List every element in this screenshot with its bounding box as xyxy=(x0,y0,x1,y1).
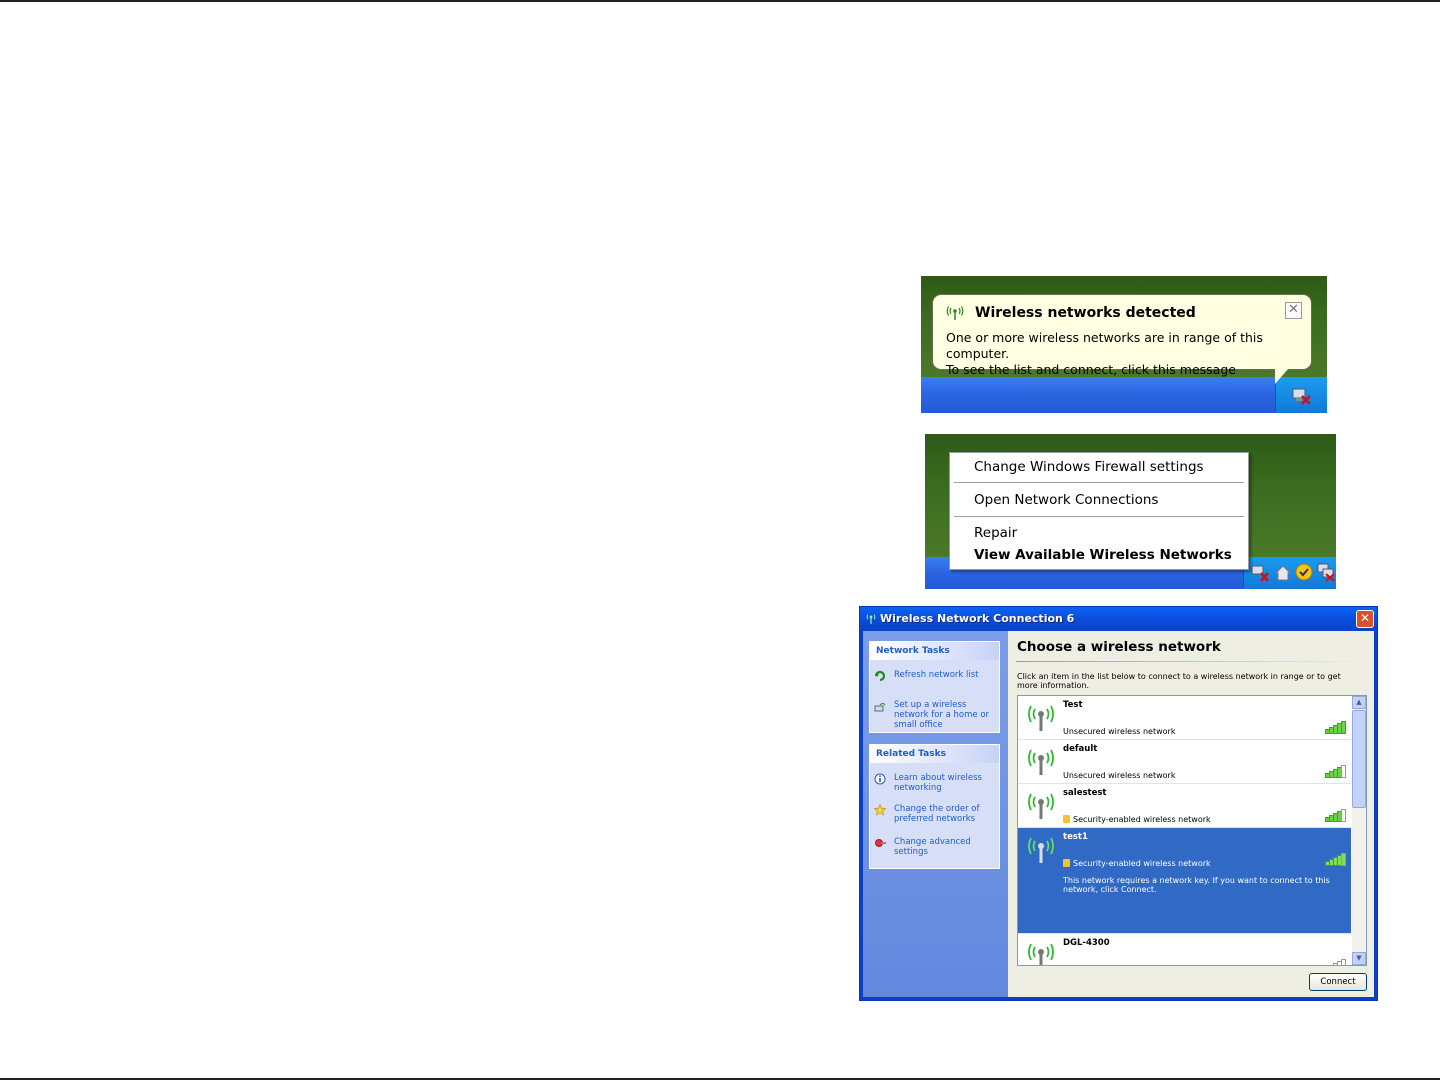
signal-strength-icon xyxy=(1325,809,1347,822)
balloon-message-line2: To see the list and connect, click this … xyxy=(946,362,1236,377)
task-label: Learn about wireless networking xyxy=(894,773,982,793)
title-divider xyxy=(1016,661,1368,662)
settings-icon xyxy=(875,839,886,847)
network-name: salestest xyxy=(1063,788,1107,798)
instructions-text: Click an item in the list below to conne… xyxy=(1017,672,1341,690)
task-change-advanced-settings[interactable]: Change advanced settings xyxy=(874,837,994,859)
network-note: This network requires a network key. If … xyxy=(1063,876,1330,894)
menu-item-open-network-connections[interactable]: Open Network Connections xyxy=(974,492,1158,508)
lock-icon xyxy=(1063,859,1070,867)
network-status-row: Security-enabled wireless network xyxy=(1063,859,1211,868)
balloon-message: One or more wireless networks are in ran… xyxy=(946,330,1306,378)
task-label: Set up a wireless network for a home or … xyxy=(894,700,990,730)
menu-separator xyxy=(954,482,1244,483)
task-label: Change advanced settings xyxy=(894,837,971,857)
menu-item-view-available-wireless-networks[interactable]: View Available Wireless Networks xyxy=(974,547,1232,563)
taskbar xyxy=(921,377,1327,413)
bottom-rule xyxy=(0,1078,1440,1080)
task-learn-about-wireless[interactable]: Learn about wireless networking xyxy=(874,773,994,795)
scroll-thumb[interactable] xyxy=(1352,710,1366,808)
wireless-antenna-icon xyxy=(1028,705,1054,731)
security-center-icon[interactable] xyxy=(1294,562,1314,582)
wireless-antenna-icon xyxy=(1028,793,1054,819)
wireless-antenna-icon xyxy=(1028,943,1054,965)
window-title: Wireless Network Connection 6 xyxy=(880,612,1075,625)
network-name: Test xyxy=(1063,700,1083,710)
network-name: test1 xyxy=(1063,832,1088,842)
related-tasks-box: Related Tasks Learn about wireless netwo… xyxy=(869,744,1000,869)
signal-strength-icon xyxy=(1325,765,1347,778)
window-close-button[interactable]: ✕ xyxy=(1356,610,1374,628)
network-tasks-heading: Network Tasks xyxy=(870,642,999,660)
task-change-preferred-order[interactable]: Change the order of preferred networks xyxy=(874,804,994,826)
network-item[interactable]: default Unsecured wireless network xyxy=(1018,740,1351,784)
network-name: DGL-4300 xyxy=(1063,938,1110,948)
wireless-network-list: Test Unsecured wireless network default … xyxy=(1017,695,1367,966)
balloon-close-button[interactable]: ✕ xyxy=(1285,302,1302,319)
list-scrollbar[interactable]: ▲ ▼ xyxy=(1352,696,1366,965)
refresh-icon xyxy=(874,670,886,682)
task-pane: Network Tasks Refresh network list Set u… xyxy=(863,631,1008,997)
wireless-setup-icon xyxy=(874,703,886,712)
network-item[interactable]: salestest Security-enabled wireless netw… xyxy=(1018,784,1351,828)
network-status: Unsecured wireless network xyxy=(1063,771,1176,780)
star-icon xyxy=(874,804,886,816)
wireless-antenna-icon xyxy=(946,306,964,320)
info-icon xyxy=(874,773,886,785)
network-name: default xyxy=(1063,744,1098,754)
signal-strength-icon xyxy=(1325,959,1347,965)
signal-strength-icon xyxy=(1325,721,1347,734)
balloon-title: Wireless networks detected xyxy=(975,305,1196,321)
page-title: Choose a wireless network xyxy=(1017,639,1221,655)
task-refresh-network-list[interactable]: Refresh network list xyxy=(874,670,994,682)
task-label: Change the order of preferred networks xyxy=(894,804,980,824)
task-set-up-wireless-network[interactable]: Set up a wireless network for a home or … xyxy=(874,700,994,730)
balloon-notification-screenshot: Wireless networks detected ✕ One or more… xyxy=(921,276,1327,413)
wireless-network-connection-window: Wireless Network Connection 6 ✕ Network … xyxy=(859,606,1378,1001)
network-connection-icon[interactable] xyxy=(1316,562,1336,582)
network-list-pane: Choose a wireless network Click an item … xyxy=(1008,631,1374,997)
task-label: Refresh network list xyxy=(894,670,979,680)
network-item[interactable]: Test Unsecured wireless network xyxy=(1018,696,1351,740)
window-titlebar[interactable]: Wireless Network Connection 6 ✕ xyxy=(860,607,1377,631)
lock-icon xyxy=(1063,815,1070,823)
notification-balloon[interactable]: Wireless networks detected ✕ One or more… xyxy=(932,294,1312,377)
network-status: Unsecured wireless network xyxy=(1063,727,1176,736)
balloon-tail xyxy=(1275,368,1289,384)
tray-context-menu-screenshot: Change Windows Firewall settings Open Ne… xyxy=(925,434,1336,589)
scroll-up-button[interactable]: ▲ xyxy=(1352,696,1366,709)
wireless-antenna-icon xyxy=(1028,749,1054,775)
network-status: Security-enabled wireless network xyxy=(1073,815,1211,824)
signal-strength-icon xyxy=(1325,853,1347,866)
menu-item-repair[interactable]: Repair xyxy=(974,525,1017,541)
menu-separator xyxy=(954,516,1244,517)
network-item[interactable]: DGL-4300 xyxy=(1018,934,1351,965)
related-tasks-heading: Related Tasks xyxy=(870,745,999,763)
system-tray xyxy=(1243,557,1336,589)
network-item-selected[interactable]: test1 Security-enabled wireless network … xyxy=(1018,828,1351,934)
home-network-icon[interactable] xyxy=(1274,563,1292,583)
wireless-disconnected-tray-icon[interactable] xyxy=(1290,385,1312,405)
network-status: Security-enabled wireless network xyxy=(1073,859,1211,868)
menu-item-change-firewall-settings[interactable]: Change Windows Firewall settings xyxy=(974,459,1204,475)
connect-button[interactable]: Connect xyxy=(1309,973,1367,991)
balloon-message-line1: One or more wireless networks are in ran… xyxy=(946,330,1263,361)
top-rule xyxy=(0,0,1440,2)
network-status-row: Security-enabled wireless network xyxy=(1063,815,1211,824)
wireless-antenna-icon xyxy=(866,614,876,624)
context-menu: Change Windows Firewall settings Open Ne… xyxy=(949,452,1249,570)
network-tasks-box: Network Tasks Refresh network list Set u… xyxy=(869,641,1000,733)
wireless-disconnected-tray-icon[interactable] xyxy=(1250,563,1270,583)
scroll-down-button[interactable]: ▼ xyxy=(1352,952,1366,965)
wireless-antenna-icon xyxy=(1028,837,1054,863)
